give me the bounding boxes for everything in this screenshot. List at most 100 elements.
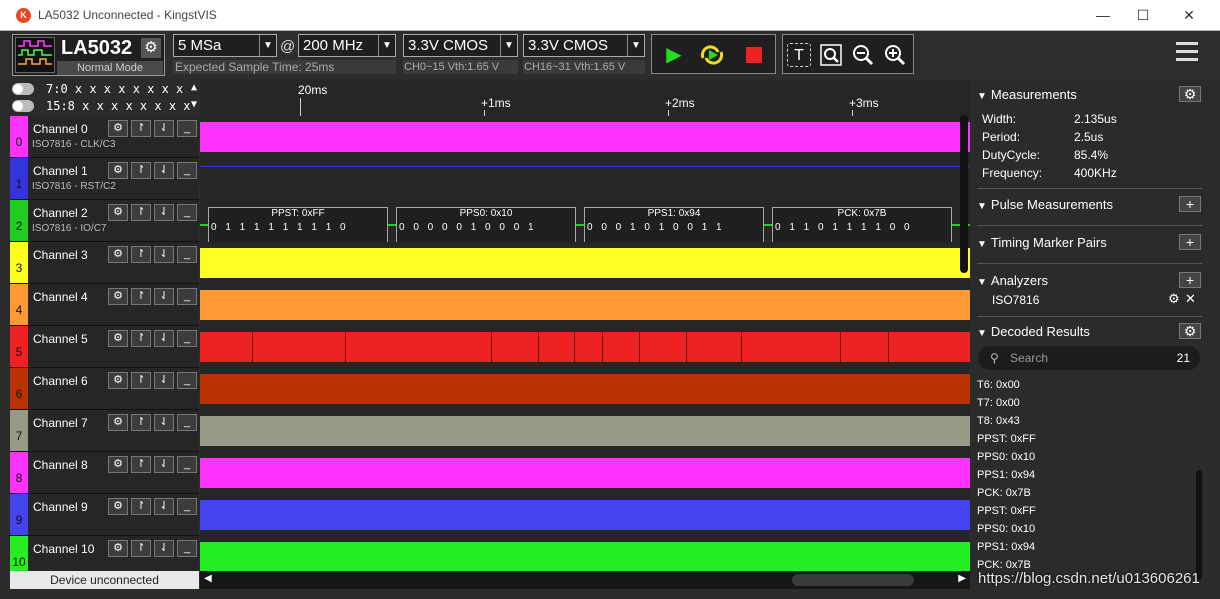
channel-name[interactable]: Channel 1 xyxy=(33,164,88,178)
collapse-icon[interactable]: ▼ xyxy=(977,239,987,250)
results-scrollbar[interactable] xyxy=(1196,470,1202,580)
falling-edge-trigger-icon[interactable]: ⇃ xyxy=(154,288,174,305)
channel-settings-gear-icon[interactable]: ⚙ xyxy=(108,162,128,179)
channel-name[interactable]: Channel 9 xyxy=(33,500,88,514)
add-marker-plus-icon[interactable]: + xyxy=(1179,234,1201,250)
falling-edge-trigger-icon[interactable]: ⇃ xyxy=(154,162,174,179)
channel-name[interactable]: Channel 0 xyxy=(33,122,88,136)
channel-settings-gear-icon[interactable]: ⚙ xyxy=(108,456,128,473)
chevron-down-icon[interactable]: ▼ xyxy=(378,35,395,56)
channel-lane[interactable]: PPST: 0xFF 0 1 1 1 1 1 1 1 1 0 PPS0: 0x10 0… xyxy=(200,200,970,243)
channel-name[interactable]: Channel 4 xyxy=(33,290,88,304)
timing-marker-header[interactable]: ▼ Timing Marker Pairs + xyxy=(977,234,1203,250)
low-level-trigger-icon[interactable]: _ xyxy=(177,540,197,557)
falling-edge-trigger-icon[interactable]: ⇃ xyxy=(154,204,174,221)
channel-row[interactable]: 0 Channel 0 ISO7816 - CLK/C3 ⚙ ↾ ⇃ _ xyxy=(10,116,199,158)
channel-lane[interactable] xyxy=(200,368,970,410)
sample-depth-select[interactable]: 5 MSa ▼ xyxy=(173,34,277,57)
chevron-down-icon[interactable]: ▼ xyxy=(259,35,276,56)
start-icon[interactable]: ▶ xyxy=(660,41,688,69)
decoded-result-item[interactable]: PPST: 0xFF xyxy=(977,430,1197,448)
rising-edge-trigger-icon[interactable]: ↾ xyxy=(131,414,151,431)
threshold-select-1[interactable]: 3.3V CMOS ▼ xyxy=(403,34,518,57)
rising-edge-trigger-icon[interactable]: ↾ xyxy=(131,162,151,179)
channel-row[interactable]: 9 Channel 9 ⚙ ↾ ⇃ _ xyxy=(10,494,199,536)
decoded-frame[interactable]: PPS1: 0x94 0 0 0 1 0 1 0 0 1 1 xyxy=(584,207,764,243)
rising-edge-trigger-icon[interactable]: ↾ xyxy=(131,288,151,305)
horizontal-scrollbar[interactable]: ◀ ▶ xyxy=(200,571,970,589)
channel-settings-gear-icon[interactable]: ⚙ xyxy=(108,288,128,305)
channel-row[interactable]: 4 Channel 4 ⚙ ↾ ⇃ _ xyxy=(10,284,199,326)
decoded-result-item[interactable]: PPS0: 0x10 xyxy=(977,448,1197,466)
low-level-trigger-icon[interactable]: _ xyxy=(177,120,197,137)
low-level-trigger-icon[interactable]: _ xyxy=(177,162,197,179)
measurements-settings-gear-icon[interactable]: ⚙ xyxy=(1179,86,1201,102)
pulse-measurements-header[interactable]: ▼ Pulse Measurements + xyxy=(977,196,1203,212)
channel-settings-gear-icon[interactable]: ⚙ xyxy=(108,330,128,347)
channel-row[interactable]: 3 Channel 3 ⚙ ↾ ⇃ _ xyxy=(10,242,199,284)
channel-settings-gear-icon[interactable]: ⚙ xyxy=(108,120,128,137)
channel-name[interactable]: Channel 7 xyxy=(33,416,88,430)
search-input[interactable]: ⚲ Search 21 xyxy=(978,346,1200,370)
rising-edge-trigger-icon[interactable]: ↾ xyxy=(131,120,151,137)
remove-analyzer-close-icon[interactable]: ✕ xyxy=(1185,291,1196,307)
decoded-result-item[interactable]: T7: 0x00 xyxy=(977,394,1197,412)
decoded-frame[interactable]: PCK: 0x7B 0 1 1 0 1 1 1 1 0 0 xyxy=(772,207,952,243)
channel-settings-gear-icon[interactable]: ⚙ xyxy=(108,540,128,557)
vertical-scrollbar[interactable] xyxy=(960,115,968,273)
decoded-result-item[interactable]: PPS1: 0x94 xyxy=(977,538,1197,556)
low-level-trigger-icon[interactable]: _ xyxy=(177,372,197,389)
falling-edge-trigger-icon[interactable]: ⇃ xyxy=(154,120,174,137)
channel-row[interactable]: 8 Channel 8 ⚙ ↾ ⇃ _ xyxy=(10,452,199,494)
low-level-trigger-icon[interactable]: _ xyxy=(177,456,197,473)
decoded-result-item[interactable]: PPS1: 0x94 xyxy=(977,466,1197,484)
time-ruler[interactable]: 20ms +1ms +2ms +3ms xyxy=(200,80,970,117)
collapse-icon[interactable]: ▼ xyxy=(977,328,987,339)
channel-name[interactable]: Channel 8 xyxy=(33,458,88,472)
channel-lane[interactable] xyxy=(200,158,970,200)
rising-edge-trigger-icon[interactable]: ↾ xyxy=(131,330,151,347)
low-level-trigger-icon[interactable]: _ xyxy=(177,204,197,221)
zoom-out-icon[interactable] xyxy=(851,43,875,67)
scroll-thumb[interactable] xyxy=(792,574,914,586)
falling-edge-trigger-icon[interactable]: ⇃ xyxy=(154,330,174,347)
falling-edge-trigger-icon[interactable]: ⇃ xyxy=(154,372,174,389)
falling-edge-trigger-icon[interactable]: ⇃ xyxy=(154,456,174,473)
decoded-result-item[interactable]: T6: 0x00 xyxy=(977,376,1197,394)
rising-edge-trigger-icon[interactable]: ↾ xyxy=(131,204,151,221)
falling-edge-trigger-icon[interactable]: ⇃ xyxy=(154,246,174,263)
channel-settings-gear-icon[interactable]: ⚙ xyxy=(108,372,128,389)
analyzers-header[interactable]: ▼ Analyzers + xyxy=(977,272,1203,288)
decoded-result-item[interactable]: T8: 0x43 xyxy=(977,412,1197,430)
scroll-up-icon[interactable]: ▲ xyxy=(191,82,197,93)
decoded-results-header[interactable]: ▼ Decoded Results ⚙ xyxy=(977,323,1203,339)
measurements-header[interactable]: ▼ Measurements ⚙ xyxy=(977,86,1203,102)
close-icon[interactable]: ✕ xyxy=(1166,0,1212,30)
loop-start-icon[interactable] xyxy=(698,41,726,69)
channel-name[interactable]: Channel 10 xyxy=(33,542,94,556)
decoded-result-item[interactable]: PCK: 0x7B xyxy=(977,484,1197,502)
menu-icon[interactable] xyxy=(1176,42,1198,66)
channel-settings-gear-icon[interactable]: ⚙ xyxy=(108,498,128,515)
collapse-icon[interactable]: ▼ xyxy=(977,277,987,288)
waveform-area[interactable]: 20ms +1ms +2ms +3ms PPST: 0xFF 0 1 1 1 1 … xyxy=(200,80,970,589)
channel-settings-gear-icon[interactable]: ⚙ xyxy=(108,414,128,431)
channel-name[interactable]: Channel 2 xyxy=(33,206,88,220)
rising-edge-trigger-icon[interactable]: ↾ xyxy=(131,456,151,473)
stop-icon[interactable] xyxy=(740,41,768,69)
analyzer-item[interactable]: ISO7816 xyxy=(992,293,1039,307)
threshold-select-2[interactable]: 3.3V CMOS ▼ xyxy=(523,34,645,57)
channel-lane[interactable] xyxy=(200,410,970,452)
channel-lane[interactable] xyxy=(200,452,970,494)
channel-row[interactable]: 1 Channel 1 ISO7816 - RST/C2 ⚙ ↾ ⇃ _ xyxy=(10,158,199,200)
scroll-down-icon[interactable]: ▼ xyxy=(191,99,197,110)
device-box[interactable]: LA5032 ⚙ Normal Mode xyxy=(12,34,165,76)
channel-name[interactable]: Channel 5 xyxy=(33,332,88,346)
channel-lane[interactable] xyxy=(200,116,970,158)
maximize-icon[interactable]: ☐ xyxy=(1120,0,1166,30)
channel-row[interactable]: 7 Channel 7 ⚙ ↾ ⇃ _ xyxy=(10,410,199,452)
analyzer-settings-gear-icon[interactable]: ⚙ xyxy=(1168,291,1180,307)
chevron-down-icon[interactable]: ▼ xyxy=(500,35,517,56)
zoom-fit-icon[interactable] xyxy=(819,43,843,67)
decoded-frame[interactable]: PPST: 0xFF 0 1 1 1 1 1 1 1 1 0 xyxy=(208,207,388,243)
